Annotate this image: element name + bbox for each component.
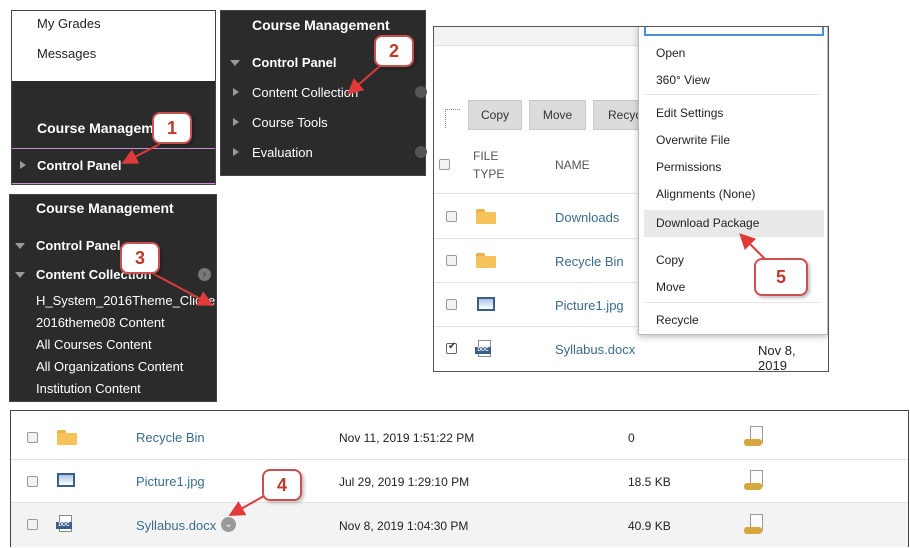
permissions-icon[interactable] bbox=[744, 470, 766, 492]
sub-item-all-organizations[interactable]: All Organizations Content bbox=[36, 359, 183, 374]
move-button[interactable]: Move bbox=[529, 100, 586, 130]
row-checkbox[interactable] bbox=[27, 432, 38, 443]
menu-item-permissions[interactable]: Permissions bbox=[656, 160, 721, 174]
file-size: 18.5 KB bbox=[628, 475, 671, 489]
menu-item-alignments[interactable]: Alignments (None) bbox=[656, 187, 755, 201]
file-link-syllabus[interactable]: Syllabus.docx bbox=[136, 518, 216, 533]
control-panel-link[interactable]: Control Panel bbox=[36, 238, 121, 253]
menu-item-360-view[interactable]: 360° View bbox=[656, 73, 710, 87]
callout-5: 5 bbox=[754, 258, 808, 296]
callout-3: 3 bbox=[120, 242, 160, 274]
collapse-arrow-icon[interactable] bbox=[15, 272, 25, 278]
folder-icon bbox=[476, 253, 496, 268]
divider bbox=[644, 302, 820, 303]
image-file-icon bbox=[57, 473, 75, 487]
menu-item-open[interactable]: Open bbox=[656, 46, 685, 60]
panel-3-content-collection: Course Management Control Panel Content … bbox=[9, 194, 217, 402]
row-checkbox[interactable] bbox=[446, 255, 457, 266]
menu-item-messages[interactable]: Messages bbox=[37, 46, 96, 61]
row-checkbox[interactable] bbox=[27, 476, 38, 487]
evaluation-link[interactable]: Evaluation bbox=[252, 145, 313, 160]
more-options-icon[interactable] bbox=[415, 146, 427, 158]
doc-file-icon: DOC bbox=[475, 340, 493, 358]
folder-icon bbox=[57, 430, 77, 445]
sub-item-institution[interactable]: Institution Content bbox=[36, 381, 141, 396]
sub-item-all-courses[interactable]: All Courses Content bbox=[36, 337, 152, 352]
row-checkbox[interactable] bbox=[446, 211, 457, 222]
permissions-icon[interactable] bbox=[744, 426, 766, 448]
divider bbox=[644, 94, 820, 95]
callout-4: 4 bbox=[262, 469, 302, 501]
menu-item-recycle[interactable]: Recycle bbox=[656, 313, 699, 327]
content-collection-link[interactable]: Content Collection bbox=[252, 85, 358, 100]
course-management-heading: Course Management bbox=[36, 200, 174, 216]
file-size: 40.9 KB bbox=[628, 519, 671, 533]
expand-arrow-icon[interactable] bbox=[20, 161, 26, 169]
row-checkbox[interactable] bbox=[27, 519, 38, 530]
name-header[interactable]: NAME bbox=[555, 158, 590, 172]
row-checkbox-checked[interactable]: ✔ bbox=[446, 341, 457, 354]
modified-date: Jul 29, 2019 1:29:10 PM bbox=[339, 475, 470, 489]
menu-item-move[interactable]: Move bbox=[656, 280, 685, 294]
chevron-down-icon[interactable]: ⌄ bbox=[221, 517, 236, 532]
panel-4-file-list: Copy Move Recycle FILE TYPE NAME Downloa… bbox=[433, 26, 829, 372]
menu-item-copy[interactable]: Copy bbox=[656, 253, 684, 267]
file-link-picture1[interactable]: Picture1.jpg bbox=[136, 474, 205, 489]
menu-item-edit-settings[interactable]: Edit Settings bbox=[656, 106, 723, 120]
divider bbox=[11, 459, 908, 460]
expand-arrow-icon[interactable] bbox=[233, 118, 239, 126]
menu-top-search-box[interactable] bbox=[644, 27, 824, 36]
menu-item-download-package[interactable]: Download Package bbox=[656, 216, 759, 230]
callout-2: 2 bbox=[374, 35, 414, 67]
expand-arrow-icon[interactable] bbox=[233, 148, 239, 156]
menu-item-my-grades[interactable]: My Grades bbox=[37, 16, 101, 31]
callout-1: 1 bbox=[152, 112, 192, 144]
modified-date: Nov 8, 2019 1:04:30 PM bbox=[339, 519, 469, 533]
file-type-header-line1: FILE bbox=[473, 149, 499, 163]
doc-file-icon: DOC bbox=[56, 515, 74, 533]
copy-button[interactable]: Copy bbox=[468, 100, 522, 130]
course-management-heading: Course Management bbox=[252, 17, 390, 33]
control-panel-link[interactable]: Control Panel bbox=[252, 55, 337, 70]
row-checkbox[interactable] bbox=[446, 299, 457, 310]
menu-item-overwrite-file[interactable]: Overwrite File bbox=[656, 133, 730, 147]
more-options-icon[interactable]: › bbox=[198, 268, 211, 281]
sub-item-h-system[interactable]: H_System_2016Theme_Clicker bbox=[36, 293, 216, 308]
file-link-syllabus[interactable]: Syllabus.docx bbox=[555, 342, 635, 357]
panel-5-file-details: Recycle Bin Nov 11, 2019 1:51:22 PM 0 Pi… bbox=[10, 410, 909, 547]
control-panel-link[interactable]: Control Panel bbox=[37, 158, 122, 173]
divider bbox=[12, 148, 215, 149]
image-file-icon bbox=[477, 297, 495, 311]
expand-arrow-icon[interactable] bbox=[233, 88, 239, 96]
file-link-downloads[interactable]: Downloads bbox=[555, 210, 619, 225]
file-link-recycle-bin[interactable]: Recycle Bin bbox=[136, 430, 205, 445]
modified-date: Nov 8, 2019 bbox=[758, 343, 796, 372]
file-type-header-line2: TYPE bbox=[473, 167, 505, 181]
file-size: 0 bbox=[628, 431, 635, 445]
collapse-arrow-icon[interactable] bbox=[230, 60, 240, 66]
permissions-icon[interactable] bbox=[744, 514, 766, 536]
file-link-recycle-bin[interactable]: Recycle Bin bbox=[555, 254, 624, 269]
file-link-picture1[interactable]: Picture1.jpg bbox=[555, 298, 624, 313]
panel-1-menu: My Grades Messages Course Management Con… bbox=[11, 10, 216, 185]
course-tools-link[interactable]: Course Tools bbox=[252, 115, 328, 130]
modified-date: Nov 11, 2019 1:51:22 PM bbox=[339, 431, 475, 445]
folder-icon bbox=[476, 209, 496, 224]
selection-arrow-icon bbox=[445, 109, 460, 128]
sub-item-2016theme08[interactable]: 2016theme08 Content bbox=[36, 315, 165, 330]
select-all-checkbox[interactable] bbox=[439, 159, 450, 170]
divider bbox=[12, 183, 215, 184]
more-options-icon[interactable] bbox=[415, 86, 427, 98]
collapse-arrow-icon[interactable] bbox=[15, 243, 25, 249]
